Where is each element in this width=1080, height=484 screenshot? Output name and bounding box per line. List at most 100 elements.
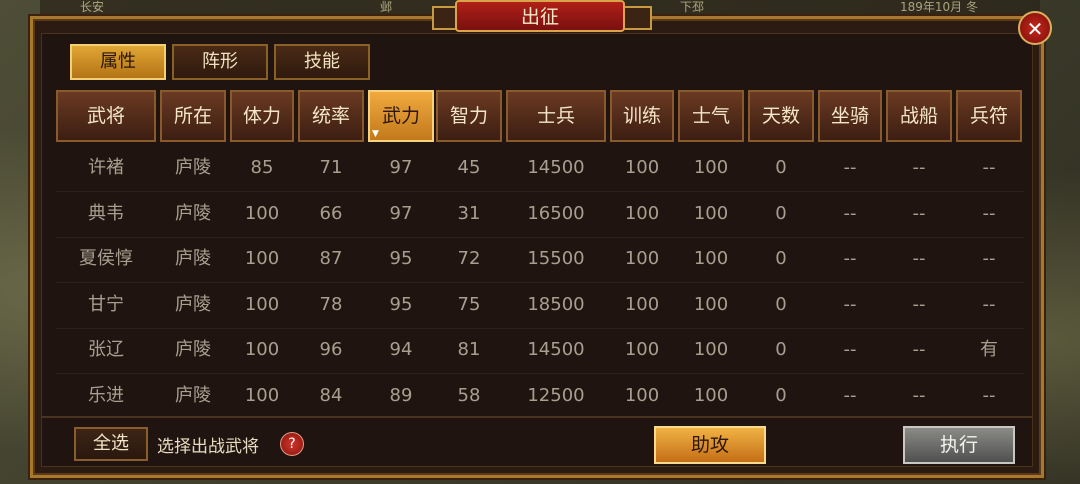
table-row[interactable]: 许褚 庐陵 85 71 97 45 14500 100 100 0 -- -- -- [56,145,1024,192]
table-cell: 100 [624,248,660,269]
map-city-label: 下邳 [680,0,705,14]
column-header[interactable]: 统率 [298,90,364,142]
table-cell: 14500 [527,339,585,360]
table-cell: 夏侯惇 [79,248,133,269]
table-cell: 100 [693,384,729,406]
table-cell: -- [982,384,996,406]
table-cell: 78 [319,293,343,315]
table-cell: 0 [775,202,787,224]
column-header[interactable]: 所在 [160,90,226,142]
table-cell: -- [982,202,996,224]
select-all-button[interactable]: 全选 [74,427,148,461]
table-cell: 庐陵 [175,339,211,360]
title-ornament [622,6,652,30]
table-cell: -- [843,339,857,360]
table-cell: 典韦 [88,202,124,224]
table-cell: 100 [693,293,729,315]
table-cell: 0 [775,384,787,406]
column-header[interactable]: 智力 [436,90,502,142]
table-cell: 100 [693,248,729,269]
close-icon[interactable]: ✕ [1018,11,1052,45]
tab-formation[interactable]: 阵形 [172,44,268,80]
tab-skills[interactable]: 技能 [274,44,370,80]
column-header[interactable]: 武将 [56,90,156,142]
table-cell: 15500 [527,248,585,269]
table-cell: 94 [389,339,413,360]
table-cell: -- [912,293,926,315]
table-cell: 89 [389,384,413,406]
table-cell: 100 [244,202,280,224]
table-cell: -- [912,339,926,360]
table-cell: 乐进 [88,384,124,406]
tab-attributes[interactable]: 属性 [70,44,166,80]
table-cell: 张辽 [88,339,124,360]
table-cell: -- [843,248,857,269]
footer-divider [42,416,1032,418]
table-cell: 100 [693,157,729,178]
table-cell: 100 [624,293,660,315]
column-header[interactable]: 战船 [886,90,952,142]
table-cell: 甘宁 [88,293,124,315]
table-cell: -- [843,384,857,406]
table-cell: -- [982,293,996,315]
column-header[interactable]: 坐骑 [818,90,882,142]
table-cell: -- [982,248,996,269]
table-cell: -- [912,384,926,406]
table-cell: -- [912,248,926,269]
select-hint: 选择出战武将 [157,437,259,457]
tab-bar: 属性 阵形 技能 [70,44,370,80]
game-date: 189年10月 冬 [900,0,978,14]
table-cell: 有 [980,339,998,360]
table-cell: 庐陵 [175,293,211,315]
column-header[interactable]: 士兵 [506,90,606,142]
column-header[interactable]: 体力 [230,90,294,142]
table-row[interactable]: 张辽 庐陵 100 96 94 81 14500 100 100 0 -- -- 有 [56,327,1024,374]
table-cell: 0 [775,248,787,269]
table-cell: 97 [389,157,413,178]
column-header[interactable]: ▼ 武力 [368,90,434,142]
table-cell: -- [912,157,926,178]
table-row[interactable]: 典韦 庐陵 100 66 97 31 16500 100 100 0 -- -- -- [56,191,1024,238]
column-header[interactable]: 兵符 [956,90,1022,142]
table-cell: 14500 [527,157,585,178]
table-cell: 87 [319,248,343,269]
table-cell: 100 [624,157,660,178]
table-row[interactable]: 乐进 庐陵 100 84 89 58 12500 100 100 0 -- -- -- [56,373,1024,412]
table-row[interactable]: 甘宁 庐陵 100 78 95 75 18500 100 100 0 -- -- -- [56,282,1024,329]
column-header[interactable]: 士气 [678,90,744,142]
table-cell: 71 [319,157,343,178]
map-city-label: 邺 [380,0,393,14]
table-cell: 100 [693,339,729,360]
column-header[interactable]: 训练 [610,90,674,142]
table-cell: 庐陵 [175,248,211,269]
table-cell: 100 [624,202,660,224]
column-header-label: 武力 [381,105,420,127]
help-icon[interactable]: ? [280,432,304,456]
table-cell: 100 [244,384,280,406]
execute-button[interactable]: 执行 [903,426,1015,464]
table-cell: 12500 [527,384,585,406]
table-cell: 许褚 [88,157,124,178]
general-table: 许褚 庐陵 85 71 97 45 14500 100 100 0 -- -- -- 典韦 庐陵 100 66 9… [56,145,1024,411]
table-cell: -- [982,157,996,178]
table-cell: 95 [389,293,413,315]
table-cell: 庐陵 [175,202,211,224]
table-cell: 100 [244,339,280,360]
table-cell: 97 [389,202,413,224]
table-cell: 0 [775,339,787,360]
table-cell: -- [843,157,857,178]
table-row[interactable]: 夏侯惇 庐陵 100 87 95 72 15500 100 100 0 -- -- -- [56,236,1024,283]
table-cell: 84 [319,384,343,406]
table-cell: 庐陵 [175,384,211,406]
table-cell: 66 [319,202,343,224]
table-cell: -- [843,202,857,224]
table-cell: 100 [624,384,660,406]
table-cell: 100 [693,202,729,224]
table-cell: 81 [457,339,481,360]
table-cell: -- [843,293,857,315]
table-cell: 75 [457,293,481,315]
table-cell: -- [912,202,926,224]
map-city-label: 长安 [80,0,105,14]
column-header[interactable]: 天数 [748,90,814,142]
assist-button[interactable]: 助攻 [654,426,766,464]
